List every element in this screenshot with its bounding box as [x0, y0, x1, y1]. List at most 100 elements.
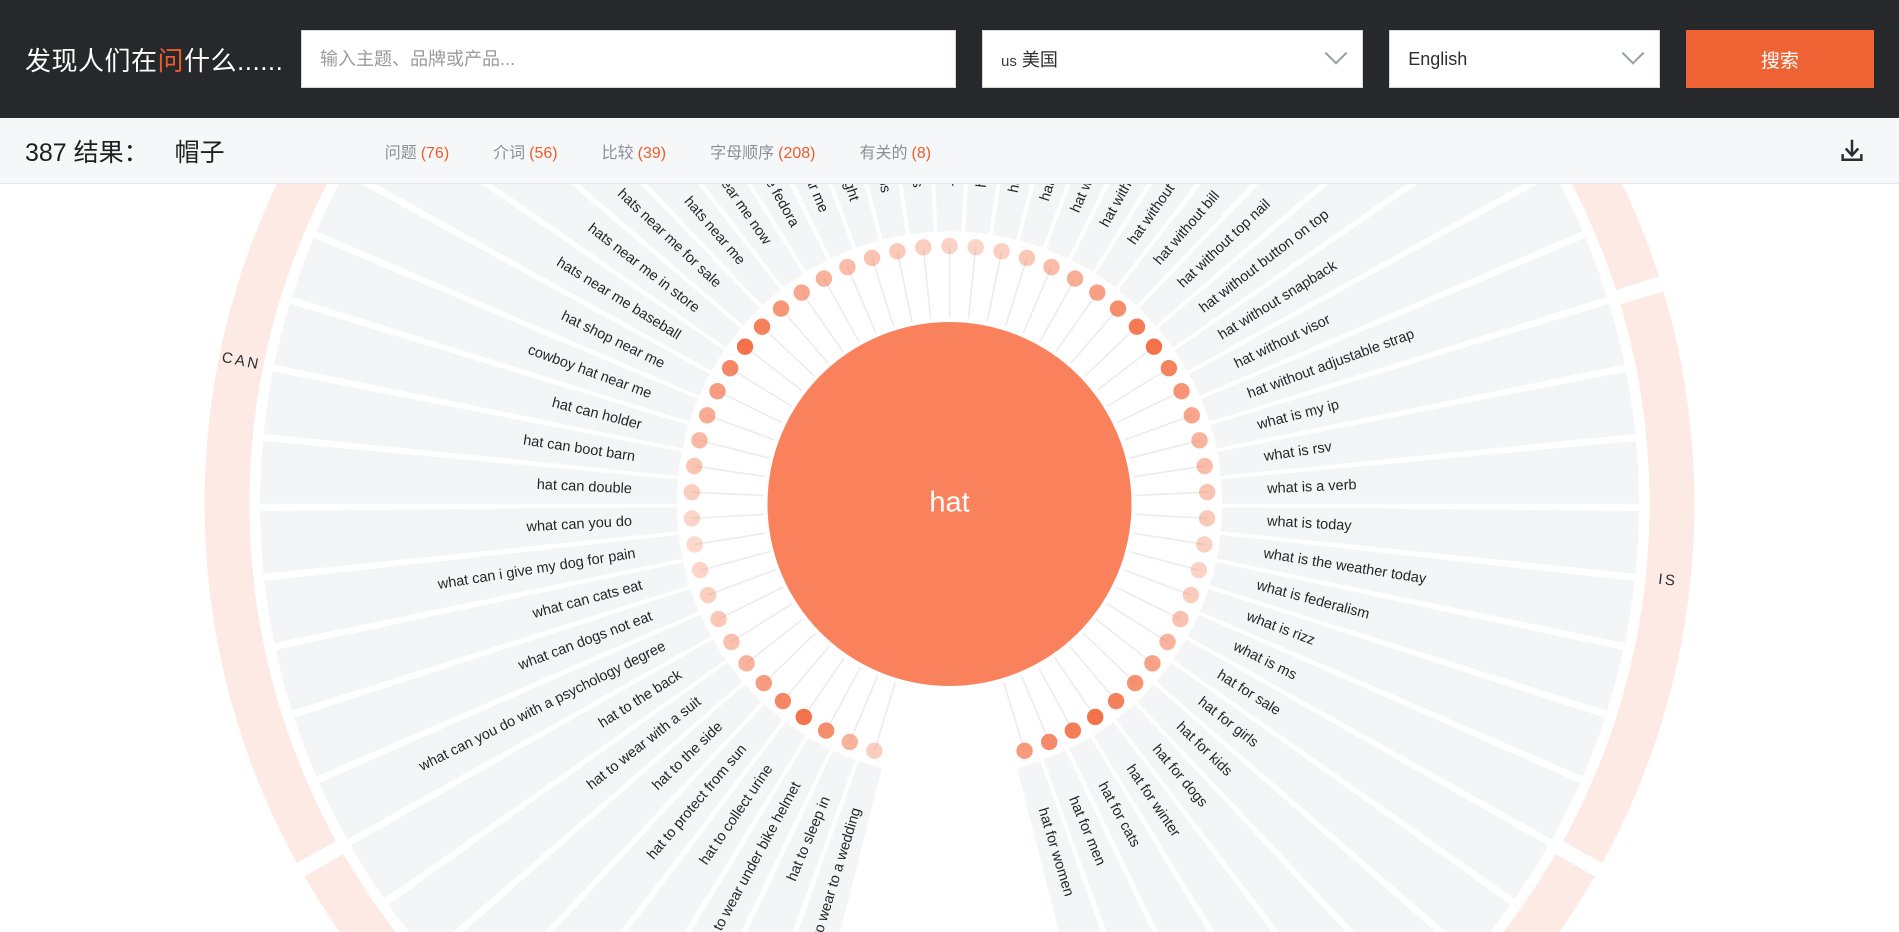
volume-dot[interactable]	[915, 239, 932, 256]
volume-dot[interactable]	[841, 733, 858, 751]
spoke-line	[1123, 414, 1193, 441]
volume-dot[interactable]	[839, 258, 856, 276]
sunburst-chart[interactable]: hat to wear to a wedding hat to sleep in h…	[0, 184, 1899, 932]
volume-dot[interactable]	[1107, 692, 1125, 710]
search-box[interactable]	[301, 30, 956, 88]
volume-dot[interactable]	[738, 655, 755, 672]
sunburst-svg: hat to wear to a weddinghat to sleep inh…	[204, 184, 1695, 932]
spoke-line	[717, 390, 783, 424]
spoke-line	[782, 645, 831, 702]
volume-dot[interactable]	[817, 722, 835, 739]
results-bar: 387 结果： 帽子 问题 (76) 介词 (56) 比较 (39) 字母顺序 (208)…	[0, 118, 1899, 184]
spoke-line	[873, 681, 897, 752]
spoke-line	[1123, 568, 1192, 596]
tab-related[interactable]: 有关的 (8)	[859, 139, 931, 163]
volume-dot[interactable]	[1041, 733, 1058, 751]
volume-dot[interactable]	[1182, 586, 1200, 604]
tab-prepositions[interactable]: 介词 (56)	[493, 139, 557, 163]
spoke-line	[1116, 390, 1182, 424]
segment-label[interactable]: ha	[974, 184, 992, 188]
spoke-line	[691, 491, 764, 497]
volume-dot[interactable]	[815, 270, 833, 287]
volume-dot[interactable]	[1191, 432, 1208, 449]
tab-label: 问题	[384, 144, 417, 162]
volume-dot[interactable]	[795, 708, 812, 726]
volume-dot[interactable]	[1128, 318, 1146, 335]
spoke-line	[1133, 532, 1205, 546]
country-select[interactable]: us 美国	[982, 30, 1364, 88]
volume-dot[interactable]	[755, 674, 773, 692]
brand-text-after: 什么......	[184, 45, 284, 76]
tab-count: (56)	[529, 144, 558, 162]
volume-dot[interactable]	[1144, 655, 1161, 672]
volume-dot[interactable]	[863, 249, 881, 267]
spoke-line	[1082, 632, 1136, 684]
volume-dot[interactable]	[1173, 382, 1190, 400]
spoke-line	[780, 308, 829, 364]
volume-dot[interactable]	[1160, 360, 1178, 377]
volume-dot[interactable]	[736, 338, 754, 355]
volume-dot[interactable]	[1196, 536, 1213, 553]
volume-dot[interactable]	[1018, 249, 1036, 267]
spoke-line	[729, 367, 792, 407]
spoke-line	[846, 266, 877, 334]
volume-dot[interactable]	[1190, 561, 1208, 579]
volume-dot[interactable]	[753, 318, 771, 335]
tab-comparisons[interactable]: 比较 (39)	[602, 139, 666, 163]
volume-dot[interactable]	[774, 692, 792, 710]
volume-dot[interactable]	[1183, 407, 1200, 424]
volume-dot[interactable]	[699, 586, 717, 604]
volume-dot[interactable]	[1126, 674, 1144, 692]
volume-dot[interactable]	[1089, 284, 1106, 301]
volume-dot[interactable]	[721, 360, 739, 377]
spoke-line	[1129, 550, 1200, 571]
volume-dot[interactable]	[1145, 338, 1163, 355]
tab-count: (8)	[911, 144, 932, 162]
spoke-line	[922, 247, 932, 320]
volume-dot[interactable]	[1198, 510, 1216, 527]
volume-dot[interactable]	[709, 382, 726, 400]
volume-dot[interactable]	[1064, 722, 1082, 739]
spoke-line	[967, 247, 977, 320]
spoke-line	[1135, 491, 1208, 497]
volume-dot[interactable]	[1066, 270, 1084, 287]
volume-dot[interactable]	[1087, 708, 1104, 726]
volume-dot[interactable]	[1043, 258, 1060, 276]
volume-dot[interactable]	[710, 610, 727, 628]
download-button[interactable]	[1835, 134, 1869, 168]
volume-dot[interactable]	[691, 561, 709, 579]
volume-dot[interactable]	[1016, 742, 1033, 760]
volume-dot[interactable]	[1159, 633, 1176, 651]
volume-dot[interactable]	[993, 243, 1010, 260]
search-button[interactable]: 搜索	[1685, 30, 1874, 88]
spoke-line	[1002, 681, 1026, 752]
volume-dot[interactable]	[889, 243, 906, 260]
volume-dot[interactable]	[683, 510, 701, 527]
spoke-line	[1084, 326, 1138, 377]
tab-questions[interactable]: 问题 (76)	[385, 139, 449, 163]
volume-dot[interactable]	[686, 536, 703, 553]
volume-dot[interactable]	[941, 237, 958, 255]
volume-dot[interactable]	[723, 633, 740, 651]
search-input[interactable]	[318, 47, 939, 71]
volume-dot[interactable]	[686, 457, 703, 475]
volume-dot[interactable]	[1109, 300, 1127, 317]
language-select[interactable]: English	[1389, 30, 1660, 88]
volume-dot[interactable]	[866, 742, 883, 760]
tab-alphabetical[interactable]: 字母顺序 (208)	[710, 139, 815, 163]
segment-label[interactable]: air	[942, 184, 958, 186]
tab-count: (208)	[778, 144, 816, 162]
volume-dot[interactable]	[1196, 457, 1213, 475]
volume-dot[interactable]	[772, 300, 790, 317]
volume-dot[interactable]	[793, 284, 810, 301]
volume-dot[interactable]	[1199, 483, 1216, 501]
brand-text-before: 发现人们在	[25, 45, 158, 76]
spoke-line	[707, 568, 776, 596]
volume-dot[interactable]	[967, 239, 984, 256]
volume-dot[interactable]	[691, 432, 708, 449]
volume-dot[interactable]	[683, 483, 700, 501]
spoke-line	[1020, 675, 1050, 743]
volume-dot[interactable]	[1172, 610, 1189, 628]
spoke-line	[871, 257, 895, 327]
volume-dot[interactable]	[699, 407, 716, 424]
